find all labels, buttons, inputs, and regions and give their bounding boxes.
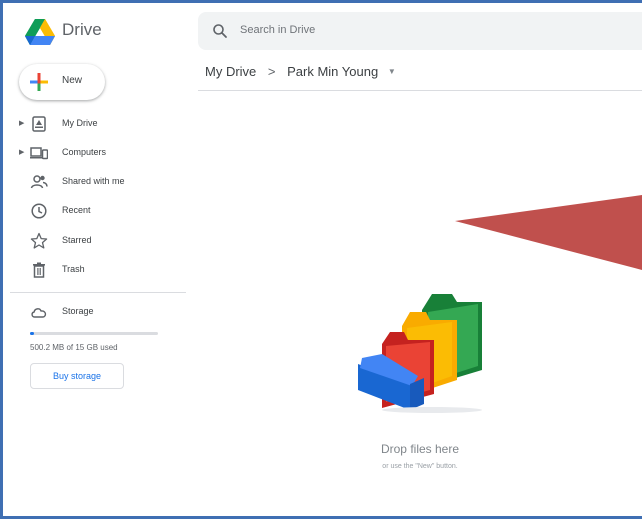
sidebar-item-starred[interactable]: Starred [0,229,186,253]
trash-icon [33,262,45,278]
sidebar-item-trash[interactable]: Trash [0,258,186,282]
clock-icon [31,203,47,219]
header-divider [198,90,642,91]
expand-arrow-icon[interactable]: ▶ [19,119,24,127]
sidebar-item-label: Trash [62,264,85,274]
sidebar-item-label: Starred [62,235,92,245]
search-icon[interactable] [212,23,228,39]
chevron-down-icon[interactable]: ▼ [388,67,396,76]
breadcrumb: My Drive > Park Min Young ▼ [205,64,396,79]
storage-label: Storage [62,306,94,316]
storage-progress-fill [30,332,35,335]
buy-storage-label: Buy storage [52,371,102,381]
annotation-arrow [455,195,642,270]
sidebar-item-label: Recent [62,205,91,215]
expand-arrow-icon[interactable]: ▶ [19,148,24,156]
search-input[interactable]: Search in Drive [240,24,315,36]
my-drive-icon [32,116,46,132]
shared-with-me-icon [30,175,48,189]
buy-storage-button[interactable]: Buy storage [30,363,124,389]
sidebar-divider [10,292,186,293]
sidebar-item-computers[interactable]: ▶ Computers [0,141,186,165]
storage-progress-bar [30,332,158,335]
sidebar-item-shared-with-me[interactable]: Shared with me [0,170,186,194]
breadcrumb-my-drive[interactable]: My Drive [205,64,256,79]
storage-usage-text: 500.2 MB of 15 GB used [30,343,118,352]
sidebar-item-label: Computers [62,147,107,157]
computers-icon [30,147,48,160]
search-bar[interactable]: Search in Drive [198,12,642,50]
sidebar-item-recent[interactable]: Recent [0,199,186,223]
plus-icon [30,73,48,91]
drive-logo-icon[interactable] [24,18,56,46]
new-button[interactable]: New [19,64,105,100]
new-button-label: New [62,75,83,86]
empty-state-subtitle: or use the "New" button. [382,463,458,470]
sidebar-item-storage[interactable]: Storage [0,300,186,324]
sidebar-item-label: Shared with me [62,176,125,186]
app-name[interactable]: Drive [62,20,102,40]
sidebar-item-my-drive[interactable]: ▶ My Drive [0,112,186,136]
breadcrumb-current-folder[interactable]: Park Min Young [287,64,378,79]
empty-state-title: Drop files here [380,442,460,456]
breadcrumb-separator: > [267,64,276,79]
cloud-icon [31,308,47,318]
sidebar-item-label: My Drive [62,118,98,128]
empty-folder-illustration [358,294,482,413]
star-icon [30,232,48,249]
